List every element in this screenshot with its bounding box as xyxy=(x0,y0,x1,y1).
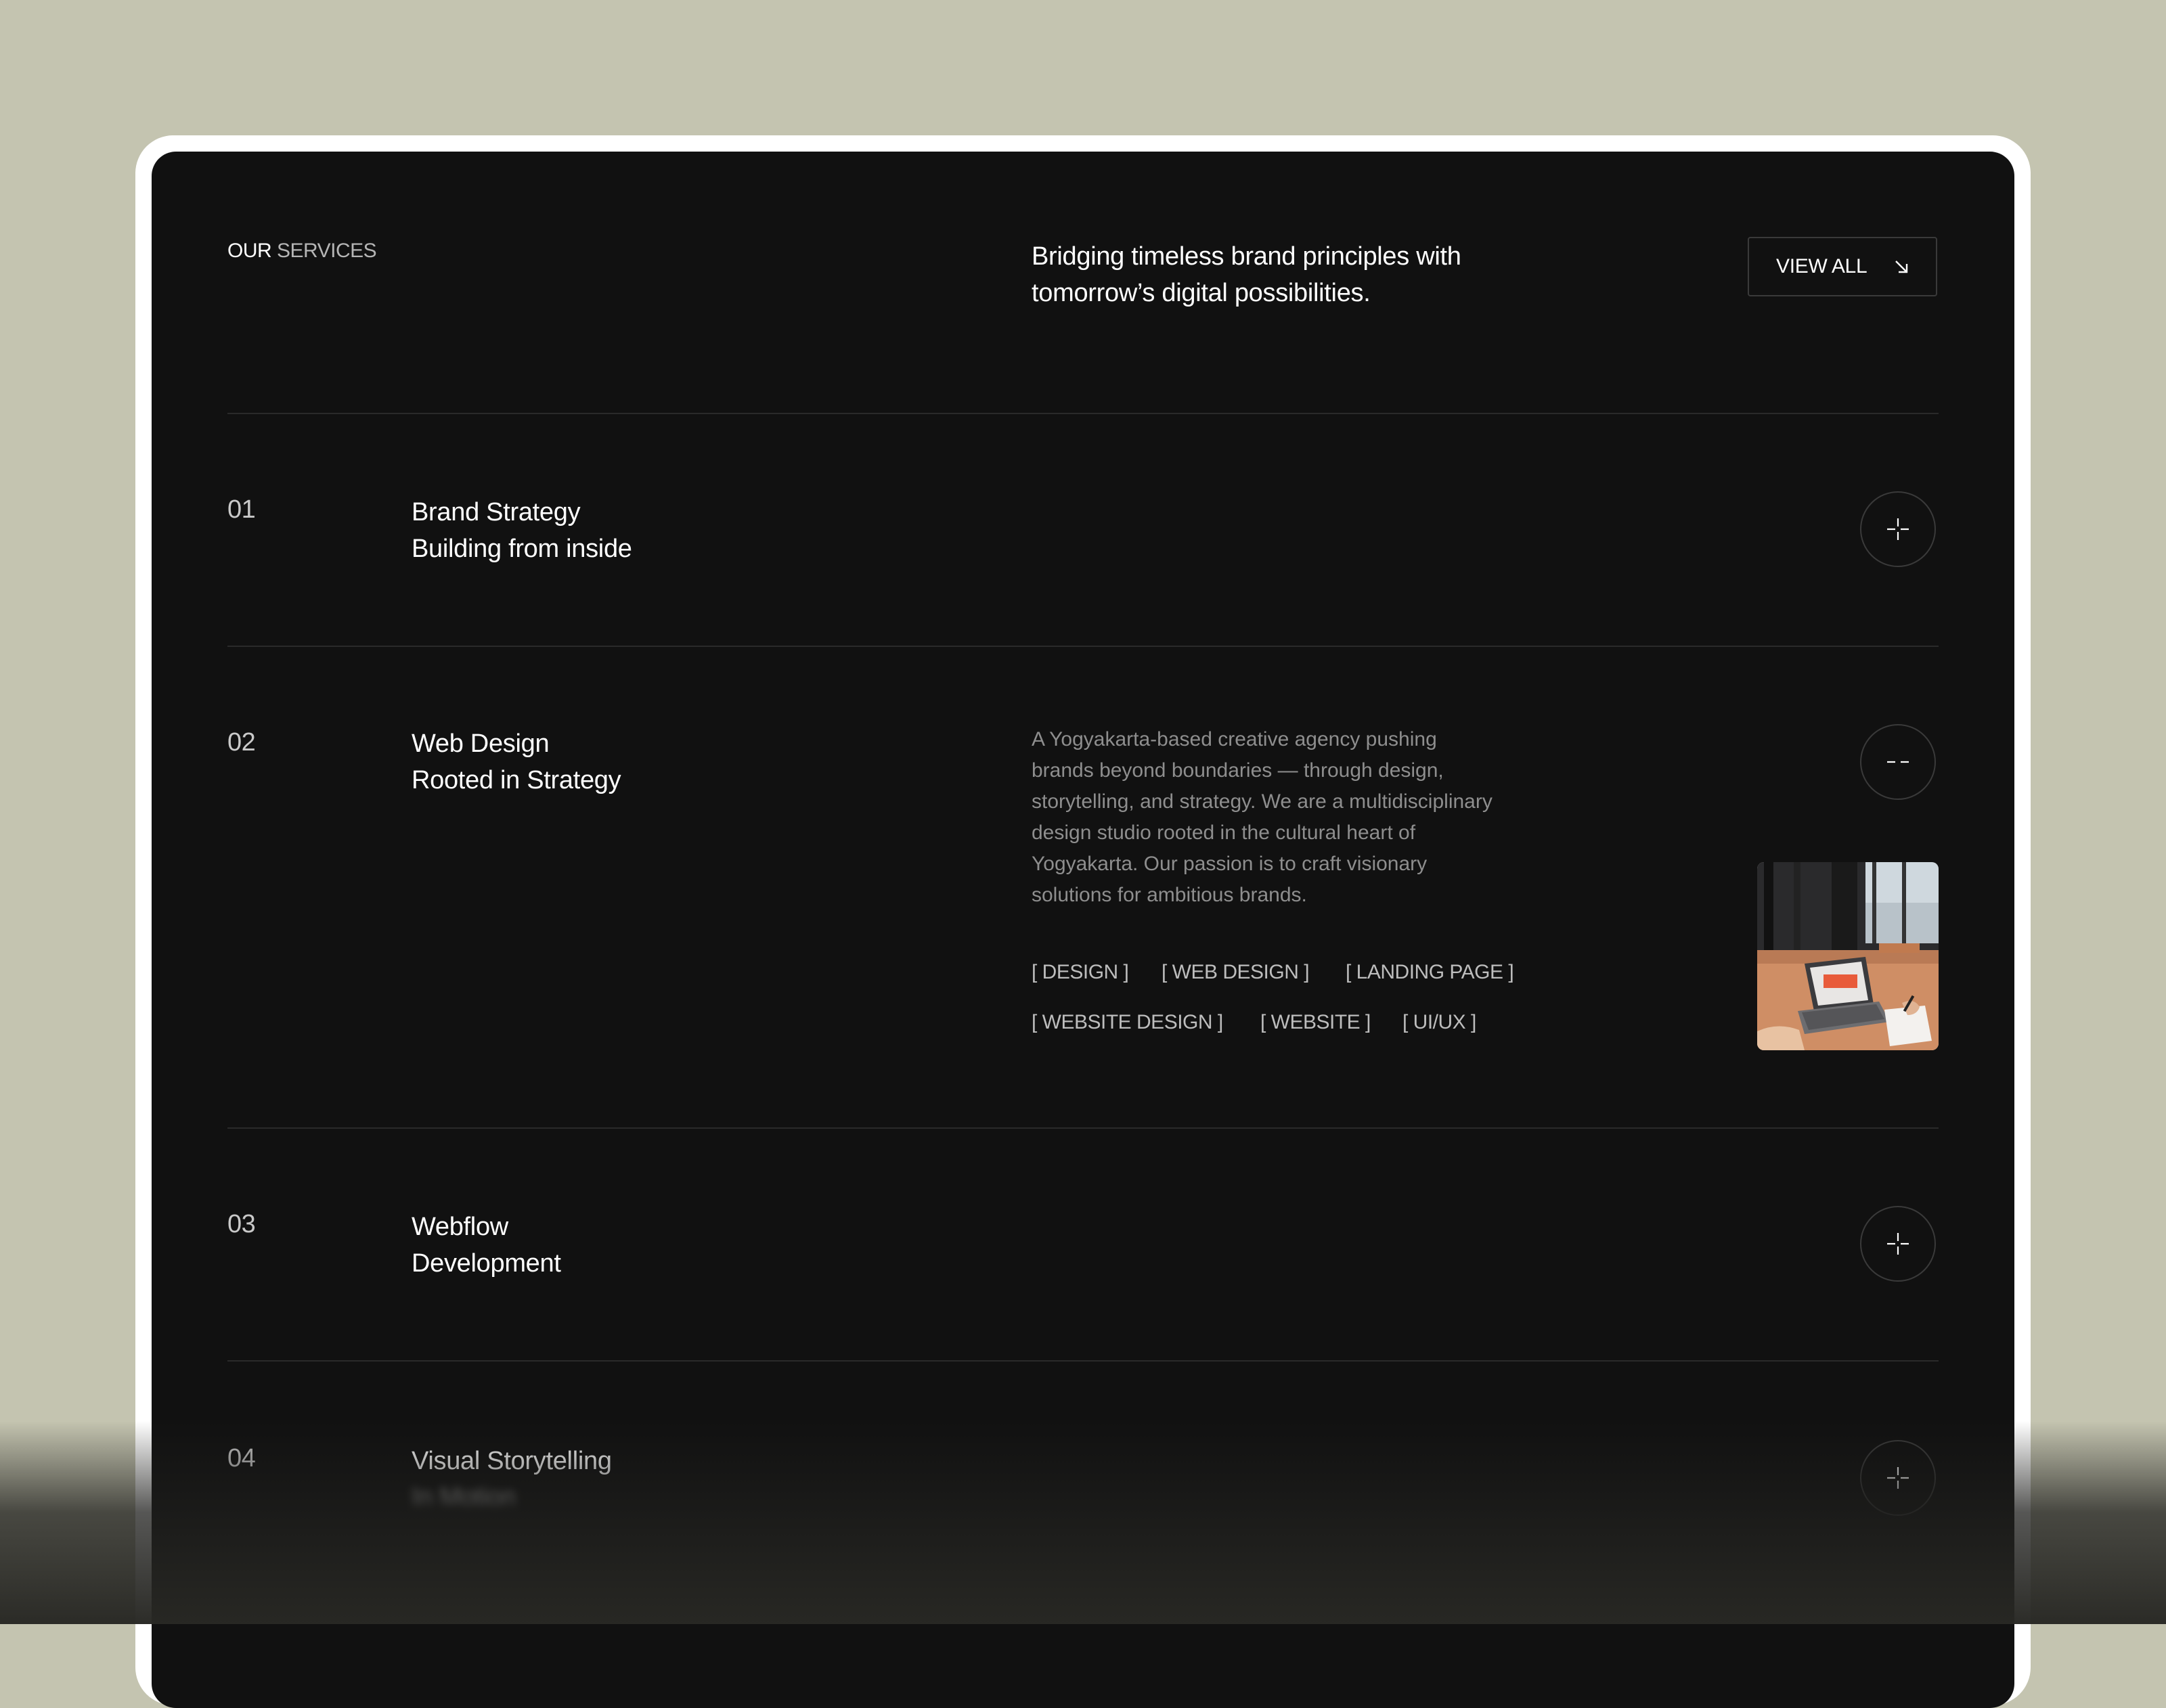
minus-icon xyxy=(1887,761,1909,763)
arrow-down-right-icon xyxy=(1895,261,1908,273)
service-title[interactable]: Webflow Development xyxy=(412,1209,561,1282)
service-description: A Yogyakarta-based creative agency pushi… xyxy=(1032,724,1546,911)
collapse-toggle-button[interactable] xyxy=(1860,724,1936,800)
service-title-line-2: Building from inside xyxy=(412,535,632,563)
expand-toggle-button[interactable] xyxy=(1860,1440,1936,1516)
service-title[interactable]: Visual Storytelling In Motion xyxy=(412,1443,612,1516)
expand-toggle-button[interactable] xyxy=(1860,1206,1936,1282)
services-panel: OUR SERVICES Bridging timeless brand pri… xyxy=(152,152,2014,1708)
section-label-word-2: SERVICES xyxy=(277,240,377,262)
section-tagline: Bridging timeless brand principles with … xyxy=(1032,238,1546,311)
divider xyxy=(227,1360,1939,1362)
expand-toggle-button[interactable] xyxy=(1860,491,1936,567)
tag: [ WEB DESIGN ] xyxy=(1162,961,1310,983)
service-number: 03 xyxy=(227,1210,256,1238)
tag: [ DESIGN ] xyxy=(1032,961,1129,983)
description-line: design studio rooted in the cultural hea… xyxy=(1032,822,1416,844)
plus-icon xyxy=(1887,518,1909,540)
description-line: solutions for ambitious brands. xyxy=(1032,884,1307,906)
service-title-line-2: Development xyxy=(412,1249,561,1278)
service-title-line-1: Brand Strategy xyxy=(412,498,581,526)
tag: [ LANDING PAGE ] xyxy=(1346,961,1514,983)
description-line: brands beyond boundaries — through desig… xyxy=(1032,759,1444,782)
service-title[interactable]: Brand Strategy Building from inside xyxy=(412,494,632,567)
service-title[interactable]: Web Design Rooted in Strategy xyxy=(412,725,621,799)
service-title-line-1: Web Design xyxy=(412,729,550,758)
view-all-label: VIEW ALL xyxy=(1776,255,1867,277)
service-number: 04 xyxy=(227,1444,256,1473)
view-all-button[interactable]: VIEW ALL xyxy=(1748,237,1937,296)
laptop-workspace-photo xyxy=(1757,862,1939,1050)
service-number: 02 xyxy=(227,728,256,757)
service-title-line-1: Visual Storytelling xyxy=(412,1447,612,1475)
photo-illustration xyxy=(1757,862,1939,1050)
section-label: OUR SERVICES xyxy=(227,240,377,263)
description-line: Yogyakarta. Our passion is to craft visi… xyxy=(1032,853,1428,875)
tagline-line-2: tomorrow’s digital possibilities. xyxy=(1032,279,1371,307)
tagline-line-1: Bridging timeless brand principles with xyxy=(1032,242,1461,271)
section-label-word-1: OUR xyxy=(227,240,272,262)
tag: [ WEBSITE ] xyxy=(1260,1011,1371,1033)
tag: [ UI/UX ] xyxy=(1402,1011,1476,1033)
divider xyxy=(227,646,1939,647)
divider xyxy=(227,413,1939,414)
service-title-line-2: In Motion xyxy=(412,1483,516,1512)
plus-icon xyxy=(1887,1233,1909,1255)
tag: [ WEBSITE DESIGN ] xyxy=(1032,1011,1223,1033)
service-title-line-1: Webflow xyxy=(412,1213,508,1241)
divider xyxy=(227,1127,1939,1129)
description-line: A Yogyakarta-based creative agency pushi… xyxy=(1032,728,1437,750)
description-line: storytelling, and strategy. We are a mul… xyxy=(1032,790,1493,813)
service-number: 01 xyxy=(227,495,256,524)
plus-icon xyxy=(1887,1467,1909,1489)
service-title-line-2: Rooted in Strategy xyxy=(412,766,621,794)
